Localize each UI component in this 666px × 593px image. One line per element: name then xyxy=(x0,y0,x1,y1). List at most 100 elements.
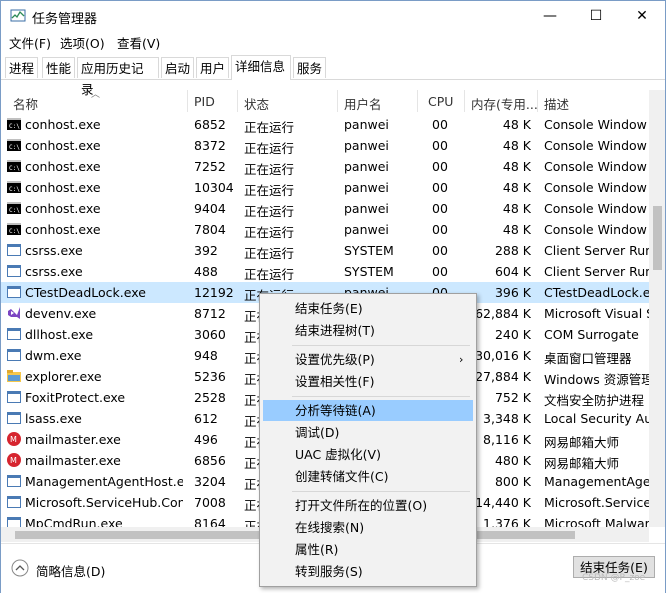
col-user[interactable]: 用户名 xyxy=(344,94,382,113)
context-menu-label: 在线搜索(N) xyxy=(295,520,365,535)
col-name[interactable]: 名称 xyxy=(13,94,38,113)
fewer-details-link[interactable]: 简略信息(D) xyxy=(36,561,105,580)
process-description: Console Window Host xyxy=(544,159,649,174)
column-header: ︿ 名称 PID 状态 用户名 CPU 内存(专用... 描述 xyxy=(1,90,649,112)
tab-performance[interactable]: 性能 xyxy=(42,57,75,78)
process-cpu: 00 xyxy=(432,264,448,279)
console-icon: C:\ xyxy=(7,159,21,173)
process-status: 正在运行 xyxy=(244,204,295,219)
context-menu-item[interactable]: 设置相关性(F) xyxy=(263,371,473,392)
process-memory: 14,440 K xyxy=(475,495,531,510)
col-pid[interactable]: PID xyxy=(194,94,215,109)
process-pid: 392 xyxy=(194,243,218,258)
context-menu-item[interactable]: 结束任务(E) xyxy=(263,298,473,319)
col-description[interactable]: 描述 xyxy=(544,94,569,113)
process-status: 正在运行 xyxy=(244,162,295,177)
col-cpu[interactable]: CPU xyxy=(428,94,453,109)
process-memory: 800 K xyxy=(494,474,531,489)
vertical-scroll-thumb[interactable] xyxy=(653,206,662,270)
process-description: Console Window Host xyxy=(544,138,649,153)
window-icon xyxy=(7,474,21,488)
process-description: 网易邮箱大师 xyxy=(544,435,620,450)
context-menu-label: 调试(D) xyxy=(295,425,340,440)
window-icon xyxy=(7,516,21,527)
window-title: 任务管理器 xyxy=(32,12,98,27)
context-menu-item[interactable]: 转到服务(S) xyxy=(263,561,473,582)
close-button[interactable]: ✕ xyxy=(619,1,665,31)
process-pid: 3060 xyxy=(194,327,226,342)
process-name: conhost.exe xyxy=(25,138,101,153)
tab-details[interactable]: 详细信息 xyxy=(231,55,291,80)
context-menu-label: 设置相关性(F) xyxy=(295,374,375,389)
process-pid: 7008 xyxy=(194,495,226,510)
context-menu-item[interactable]: 在线搜索(N) xyxy=(263,517,473,538)
process-pid: 488 xyxy=(194,264,218,279)
process-name: dllhost.exe xyxy=(25,327,94,342)
table-row[interactable]: C:\ conhost.exe 10304 正在运行 panwei 00 48 K Conso… xyxy=(1,177,649,198)
process-description: Microsoft Malware xyxy=(544,516,649,527)
process-name: MpCmdRun.exe xyxy=(25,516,123,527)
process-memory: 396 K xyxy=(494,285,531,300)
process-pid: 6852 xyxy=(194,117,226,132)
col-status[interactable]: 状态 xyxy=(244,94,269,113)
table-row[interactable]: C:\ conhost.exe 7252 正在运行 panwei 00 48 K Consol… xyxy=(1,156,649,177)
context-menu-item[interactable]: 创建转储文件(C) xyxy=(263,466,473,487)
process-memory: 240 K xyxy=(494,327,531,342)
process-cpu: 00 xyxy=(432,159,448,174)
table-row[interactable]: C:\ conhost.exe 6852 正在运行 panwei 00 48 K Consol… xyxy=(1,114,649,135)
context-menu-item[interactable]: 打开文件所在的位置(O) xyxy=(263,495,473,516)
table-row[interactable]: C:\ conhost.exe 9404 正在运行 panwei 00 48 K Consol… xyxy=(1,198,649,219)
svg-text:C:\: C:\ xyxy=(9,165,20,172)
process-pid: 10304 xyxy=(194,180,234,195)
svg-text:C:\: C:\ xyxy=(9,207,20,214)
task-manager-icon xyxy=(10,9,26,22)
process-pid: 7252 xyxy=(194,159,226,174)
console-icon: C:\ xyxy=(7,201,21,215)
menu-view[interactable]: 查看(V) xyxy=(117,33,160,52)
minimize-button[interactable]: — xyxy=(527,1,573,31)
table-row[interactable]: csrss.exe 488 正在运行 SYSTEM 00 604 K Client Serv… xyxy=(1,261,649,282)
process-cpu: 00 xyxy=(432,201,448,216)
context-menu-label: 属性(R) xyxy=(295,542,339,557)
process-description: 文档安全防护进程 xyxy=(544,393,645,408)
context-menu-label: 创建转储文件(C) xyxy=(295,469,389,484)
process-status: 正在运行 xyxy=(244,267,295,282)
title-bar[interactable]: 任务管理器 — ☐ ✕ xyxy=(1,1,665,31)
tab-users[interactable]: 用户 xyxy=(196,57,229,78)
table-row[interactable]: C:\ conhost.exe 8372 正在运行 panwei 00 48 K Consol… xyxy=(1,135,649,156)
process-status: 正在运行 xyxy=(244,225,295,240)
process-description: Console Window Host xyxy=(544,180,649,195)
col-memory[interactable]: 内存(专用... xyxy=(471,94,538,113)
svg-text:C:\: C:\ xyxy=(9,144,20,151)
process-memory: 48 K xyxy=(502,222,531,237)
context-menu-item[interactable]: 分析等待链(A) xyxy=(263,400,473,421)
table-row[interactable]: csrss.exe 392 正在运行 SYSTEM 00 288 K Client Serv… xyxy=(1,240,649,261)
context-menu-item[interactable]: UAC 虚拟化(V) xyxy=(263,444,473,465)
context-menu-item[interactable]: 设置优先级(P) › xyxy=(263,349,473,370)
menu-file[interactable]: 文件(F) xyxy=(9,33,51,52)
table-row[interactable]: C:\ conhost.exe 7804 正在运行 panwei 00 48 K Consol… xyxy=(1,219,649,240)
tab-app-history[interactable]: 应用历史记录 xyxy=(77,57,159,97)
vertical-scrollbar[interactable] xyxy=(649,90,665,527)
process-pid: 8372 xyxy=(194,138,226,153)
maximize-button[interactable]: ☐ xyxy=(573,1,619,31)
process-memory: 30,016 K xyxy=(475,348,531,363)
chevron-up-circle-icon[interactable] xyxy=(11,559,29,577)
minimize-icon: — xyxy=(543,8,557,24)
tab-startup[interactable]: 启动 xyxy=(161,57,194,78)
context-menu-item[interactable]: 调试(D) xyxy=(263,422,473,443)
process-user: SYSTEM xyxy=(344,264,394,279)
process-description: 桌面窗口管理器 xyxy=(544,351,632,366)
menu-bar: 文件(F) 选项(O) 查看(V) xyxy=(1,31,665,53)
task-manager-window: 任务管理器 — ☐ ✕ 文件(F) 选项(O) 查看(V) 进程 性能 应用历史… xyxy=(0,0,666,593)
tab-services[interactable]: 服务 xyxy=(293,57,326,78)
process-status: 正在运行 xyxy=(244,141,295,156)
process-memory: 1,376 K xyxy=(483,516,531,527)
menu-options[interactable]: 选项(O) xyxy=(60,33,105,52)
folder-icon xyxy=(7,369,21,383)
context-menu-item[interactable]: 结束进程树(T) xyxy=(263,320,473,341)
process-description: CTestDeadLock.exe xyxy=(544,285,649,300)
context-menu-item[interactable]: 属性(R) xyxy=(263,539,473,560)
process-cpu: 00 xyxy=(432,222,448,237)
tab-processes[interactable]: 进程 xyxy=(5,57,38,78)
